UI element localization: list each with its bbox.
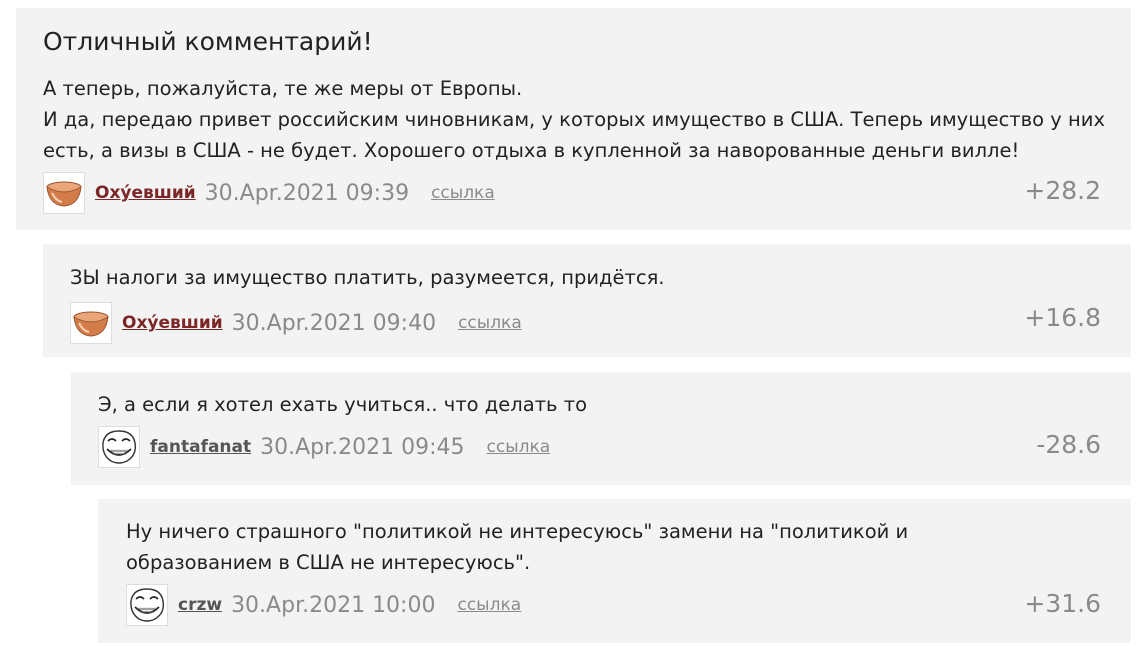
avatar[interactable]: [98, 426, 140, 468]
author-link[interactable]: fantafanat: [150, 437, 251, 457]
avatar[interactable]: [126, 584, 168, 626]
comment-meta: crzw 30.Apr.2021 10:00 ссылка: [126, 584, 521, 626]
comment-card: Э, а если я хотел ехать учиться.. что де…: [71, 372, 1131, 485]
trollface-icon: [102, 430, 137, 464]
comment-text: А теперь, пожалуйста, те же меры от Евро…: [43, 77, 1105, 162]
comment-card: Отличный комментарий! А теперь, пожалуйс…: [16, 8, 1131, 230]
comment-date: 30.Apr.2021 10:00: [231, 592, 436, 618]
comment-card: Ну ничего страшного "политикой не интере…: [98, 499, 1131, 643]
copper-bowl-icon: [73, 311, 109, 337]
permalink[interactable]: ссылка: [487, 437, 551, 457]
comment-meta: Охýевший 30.Apr.2021 09:39 ссылка: [43, 172, 495, 214]
comment-meta: Охýевший 30.Apr.2021 09:40 ссылка: [70, 302, 522, 344]
comment-score: +31.6: [1024, 589, 1101, 618]
trollface-icon: [130, 588, 165, 622]
comment-date: 30.Apr.2021 09:45: [260, 434, 465, 460]
comment-card: ЗЫ налоги за имущество платить, разумеет…: [43, 244, 1131, 357]
comment-date: 30.Apr.2021 09:39: [204, 180, 410, 206]
comment-date: 30.Apr.2021 09:40: [231, 310, 437, 336]
avatar[interactable]: [43, 172, 85, 214]
comment-text: ЗЫ налоги за имущество платить, разумеет…: [70, 266, 665, 289]
author-link[interactable]: crzw: [178, 595, 222, 615]
permalink[interactable]: ссылка: [457, 595, 521, 615]
comment-text: Ну ничего страшного "политикой не интере…: [126, 520, 915, 574]
copper-bowl-icon: [46, 181, 82, 207]
comment-meta: fantafanat 30.Apr.2021 09:45 ссылка: [98, 426, 550, 468]
comment-title: Отличный комментарий!: [43, 27, 373, 56]
comment-score: +16.8: [1024, 303, 1101, 332]
comment-score: -28.6: [1036, 430, 1101, 459]
author-link[interactable]: Охýевший: [122, 313, 223, 333]
permalink[interactable]: ссылка: [458, 313, 522, 333]
comment-text: Э, а если я хотел ехать учиться.. что де…: [98, 393, 588, 416]
comment-score: +28.2: [1024, 176, 1101, 205]
avatar[interactable]: [70, 302, 112, 344]
author-link[interactable]: Охýевший: [95, 183, 196, 203]
permalink[interactable]: ссылка: [431, 183, 495, 203]
